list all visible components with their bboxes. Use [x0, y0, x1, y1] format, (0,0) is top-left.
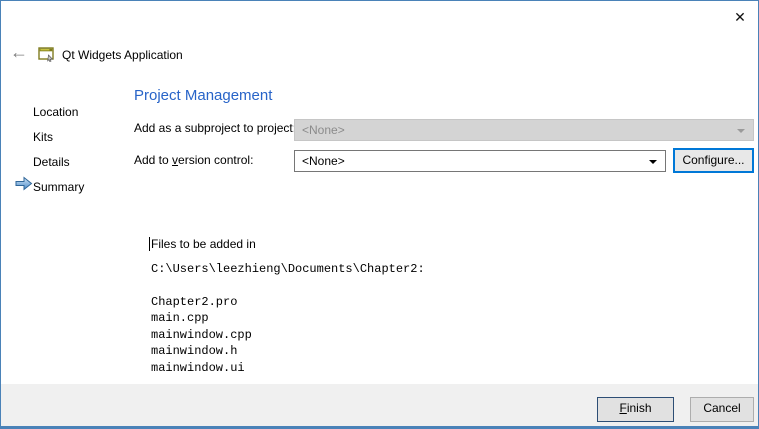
version-control-value: <None>	[302, 154, 345, 168]
configure-button[interactable]: Configure...	[673, 148, 754, 173]
subproject-value: <None>	[302, 123, 345, 137]
file-list-item: main.cpp	[151, 310, 252, 326]
file-list: Chapter2.pro main.cpp mainwindow.cpp mai…	[151, 294, 252, 376]
version-control-label: Add to version control:	[134, 153, 253, 167]
chevron-down-icon	[737, 129, 745, 133]
project-path-text: C:\Users\leezhieng\Documents\Chapter2:	[151, 262, 425, 276]
file-list-item: mainwindow.cpp	[151, 327, 252, 343]
cancel-button[interactable]: Cancel	[690, 397, 754, 422]
wizard-title: Qt Widgets Application	[62, 48, 183, 62]
text-caret	[149, 237, 150, 251]
current-step-arrow-icon	[14, 176, 34, 191]
back-icon[interactable]: ←	[10, 43, 28, 61]
file-list-item: mainwindow.h	[151, 343, 252, 359]
file-list-item: Chapter2.pro	[151, 294, 252, 310]
wizard-dialog: ✕ ← Qt Widgets Application Location Kits…	[0, 0, 759, 429]
sidebar-item-summary: Summary	[33, 180, 84, 194]
page-title: Project Management	[134, 87, 272, 104]
file-list-item: mainwindow.ui	[151, 360, 252, 376]
sidebar-item-location: Location	[33, 105, 78, 119]
version-control-combobox[interactable]: <None>	[294, 150, 666, 172]
files-intro-text: Files to be added in	[151, 237, 256, 251]
close-icon[interactable]: ✕	[730, 7, 750, 27]
subproject-label: Add as a subproject to project:	[134, 121, 296, 135]
subproject-combobox: <None>	[294, 119, 754, 141]
finish-button[interactable]: Finish	[597, 397, 674, 422]
sidebar-item-kits: Kits	[33, 130, 53, 144]
chevron-down-icon	[649, 160, 657, 164]
qt-widgets-application-icon	[38, 46, 55, 63]
sidebar-item-details: Details	[33, 155, 70, 169]
